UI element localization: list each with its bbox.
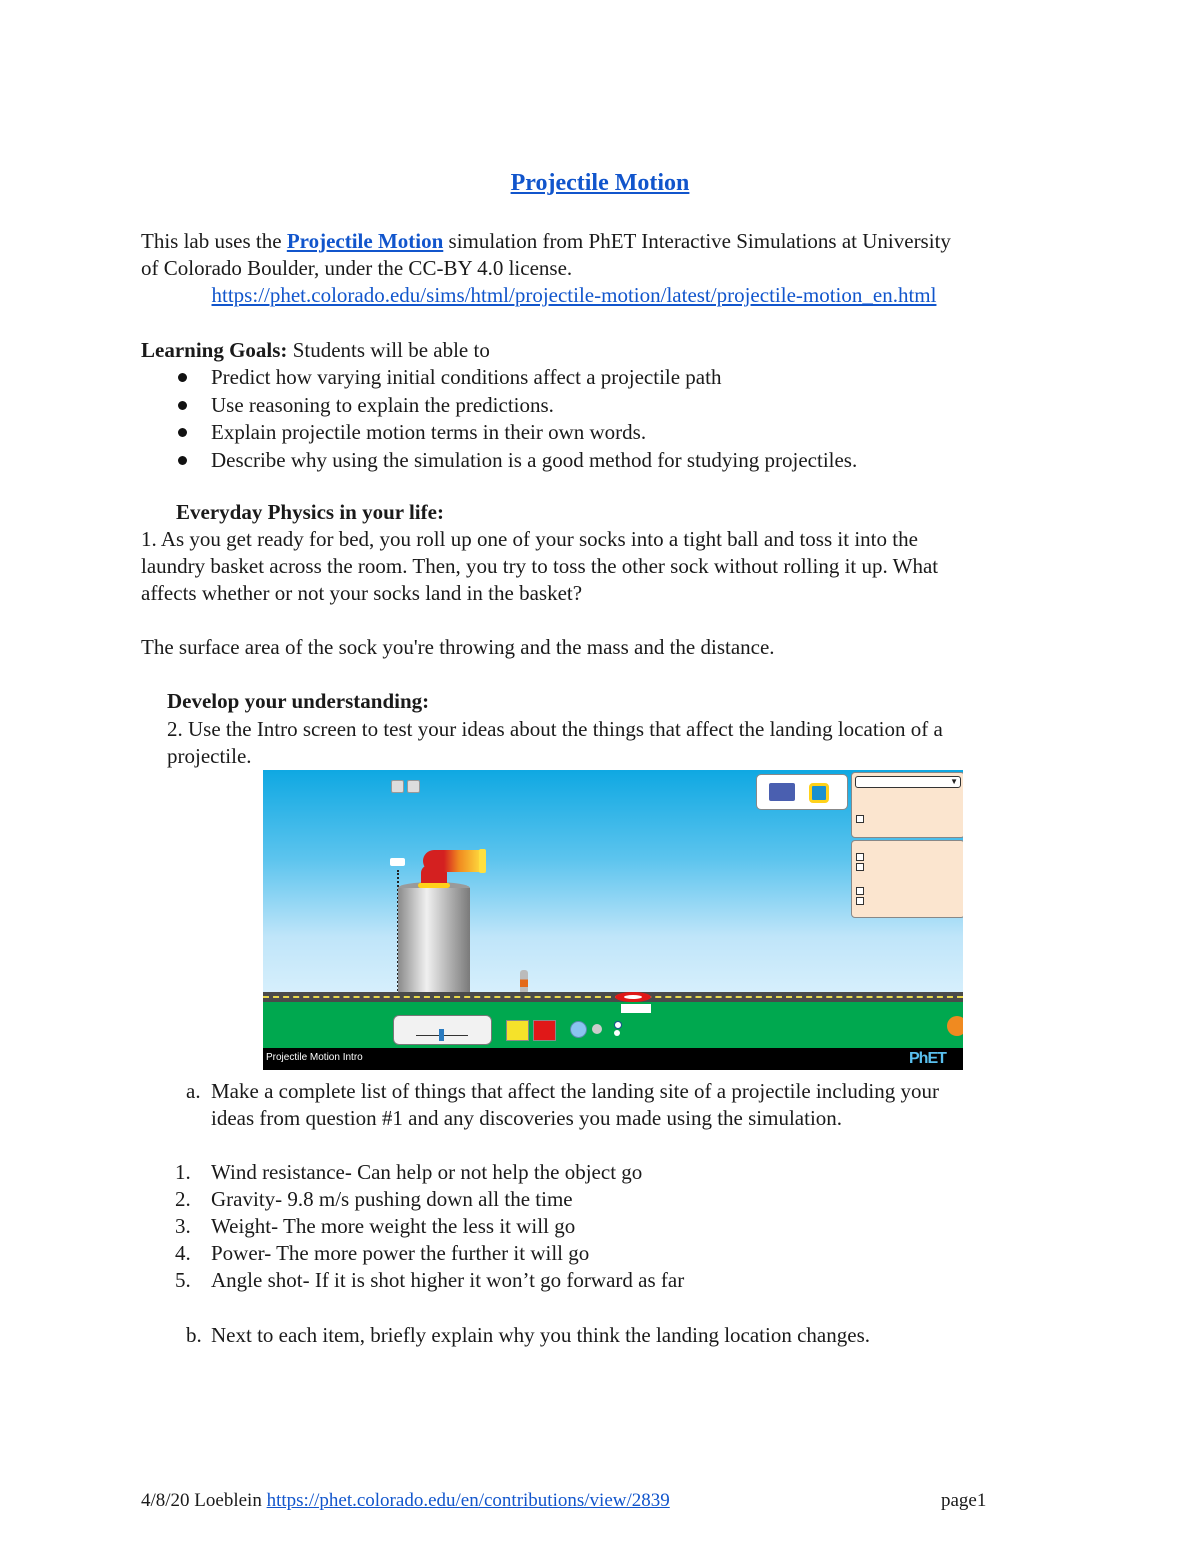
item-text: Angle shot- If it is shot higher it won’… [211, 1268, 685, 1292]
item-text: Power- The more power the further it wil… [211, 1241, 590, 1265]
intro-line-1: This lab uses the Projectile Motion simu… [141, 228, 951, 255]
goal-text: Use reasoning to explain the predictions… [211, 392, 554, 417]
checkbox-icon [856, 887, 864, 895]
zoom-in-icon [391, 780, 404, 793]
item-number: 4. [175, 1241, 191, 1265]
slider-thumb [439, 1029, 444, 1041]
intro-suffix: simulation from PhET Interactive Simulat… [443, 229, 951, 253]
item-number: 3. [175, 1214, 191, 1238]
learning-goals: Learning Goals: Students will be able to [141, 337, 490, 364]
goal-text: Describe why using the simulation is a g… [211, 447, 858, 472]
simulation-screenshot: ▼ Projectile Motion Intro PhET [263, 770, 963, 1070]
height-label [390, 858, 405, 866]
item-number: 1. [175, 1160, 191, 1184]
item-number: 5. [175, 1268, 191, 1292]
part-a-line: Make a complete list of things that affe… [211, 1079, 939, 1103]
intro-line-2: of Colorado Boulder, under the CC-BY 4.0… [141, 256, 573, 280]
develop-question-line: 2. Use the Intro screen to test your ide… [167, 717, 943, 741]
part-a-marker: a. [186, 1079, 201, 1103]
road [263, 992, 963, 1002]
everyday-answer: The surface area of the sock you're thro… [141, 635, 775, 659]
road-line [263, 996, 963, 998]
fire-icon [533, 1020, 556, 1041]
target-label [621, 1004, 651, 1013]
cannon-mouth [479, 849, 486, 873]
learning-goals-lead: Students will be able to [287, 338, 490, 362]
list-item: 4. Power- The more power the further it w… [175, 1240, 684, 1267]
develop-question-line: projectile. [167, 744, 252, 768]
footer-author: 4/8/20 Loeblein [141, 1490, 267, 1511]
step-icon [592, 1024, 602, 1034]
list-item: 3. Weight- The more weight the less it wi… [175, 1213, 684, 1240]
intro-prefix: This lab uses the [141, 229, 287, 253]
list-item: 1. Wind resistance- Can help or not help … [175, 1159, 684, 1186]
page-number: page1 [941, 1490, 987, 1511]
radio-icon [614, 1021, 622, 1029]
target-icon [615, 992, 651, 1002]
bullet-icon [178, 373, 187, 382]
list-item: Describe why using the simulation is a g… [178, 447, 857, 475]
bullet-icon [178, 400, 187, 410]
radio-icon [614, 1030, 620, 1036]
item-text: Weight- The more weight the less it will… [211, 1214, 576, 1238]
sim-navbar: Projectile Motion Intro [263, 1048, 963, 1070]
cannon-icon [423, 850, 483, 872]
everyday-question-line: laundry basket across the room. Then, yo… [141, 554, 939, 578]
checkbox-icon [856, 853, 864, 861]
everyday-heading: Everyday Physics in your life: [176, 500, 444, 524]
part-a-line: ideas from question #1 and any discoveri… [211, 1106, 843, 1130]
learning-goals-label: Learning Goals: [141, 338, 288, 362]
vectors-panel [851, 840, 963, 918]
title-link[interactable]: Projectile Motion [511, 170, 690, 196]
list-item: Explain projectile motion terms in their… [178, 419, 857, 447]
bullet-icon [178, 455, 187, 465]
everyday-question-line: 1. As you get ready for bed, you roll up… [141, 527, 918, 551]
chevron-down-icon: ▼ [950, 777, 958, 786]
toolbox [756, 774, 848, 810]
sim-screen-label: Projectile Motion Intro [266, 1052, 363, 1063]
tape-measure-icon [809, 783, 829, 803]
tower [398, 888, 470, 998]
speed-control [393, 1015, 492, 1045]
person-icon [520, 970, 528, 994]
eraser-icon [506, 1020, 529, 1041]
pause-icon [570, 1021, 587, 1038]
list-item: Use reasoning to explain the predictions… [178, 392, 857, 420]
sim-url-link[interactable]: https://phet.colorado.edu/sims/html/proj… [212, 283, 937, 307]
bullet-icon [178, 428, 187, 437]
list-item: Predict how varying initial conditions a… [178, 364, 857, 392]
develop-heading: Develop your understanding: [167, 689, 430, 713]
projectile-panel: ▼ [851, 772, 963, 838]
projectile-dropdown: ▼ [855, 776, 961, 788]
grass [263, 1002, 963, 1048]
projectile-motion-link[interactable]: Projectile Motion [287, 229, 443, 253]
phet-logo: PhET [909, 1050, 947, 1067]
page-footer: 4/8/20 Loeblein https://phet.colorado.ed… [141, 1490, 670, 1512]
item-text: Gravity- 9.8 m/s pushing down all the ti… [211, 1187, 573, 1211]
zoom-controls [391, 775, 423, 799]
item-text: Wind resistance- Can help or not help th… [211, 1160, 643, 1184]
sim-url-line: https://phet.colorado.edu/sims/html/proj… [0, 282, 1148, 309]
checkbox-icon [856, 863, 864, 871]
checkbox-icon [856, 897, 864, 905]
cannon-ring [418, 883, 450, 888]
contribution-link[interactable]: https://phet.colorado.edu/en/contributio… [267, 1490, 670, 1511]
zoom-out-icon [407, 780, 420, 793]
part-b-marker: b. [186, 1323, 202, 1347]
list-item: 5. Angle shot- If it is shot higher it wo… [175, 1267, 684, 1294]
everyday-question-line: affects whether or not your socks land i… [141, 581, 583, 605]
document-title[interactable]: Projectile Motion [0, 170, 1200, 197]
data-probe-icon [769, 783, 795, 801]
reset-icon [947, 1016, 963, 1036]
answers-list: 1. Wind resistance- Can help or not help … [175, 1159, 684, 1294]
goal-text: Predict how varying initial conditions a… [211, 365, 722, 389]
list-item: 2. Gravity- 9.8 m/s pushing down all the … [175, 1186, 684, 1213]
goal-text: Explain projectile motion terms in their… [211, 420, 647, 444]
learning-goals-list: Predict how varying initial conditions a… [178, 364, 857, 474]
checkbox-icon [856, 815, 864, 823]
part-b-text: Next to each item, briefly explain why y… [211, 1323, 870, 1347]
target-center [624, 995, 642, 999]
item-number: 2. [175, 1187, 191, 1211]
